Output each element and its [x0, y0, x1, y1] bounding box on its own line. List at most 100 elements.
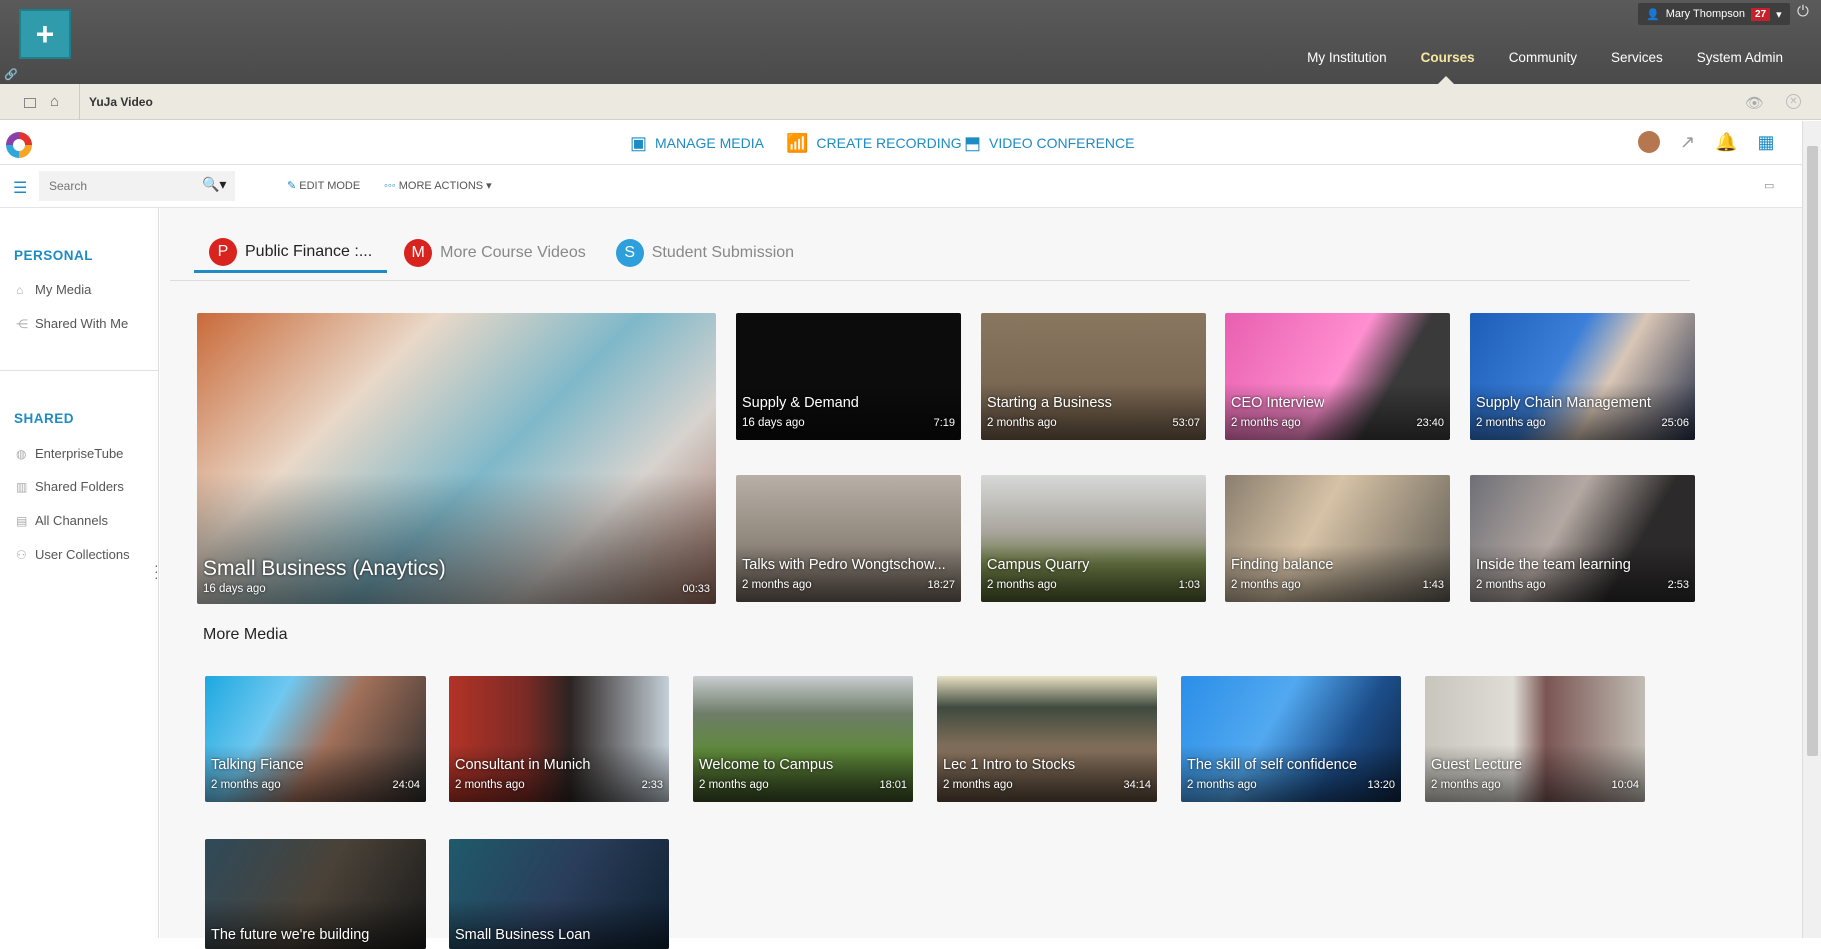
sidebar-item-user-collections[interactable]: ⚇ User Collections	[16, 547, 130, 562]
yuja-logo[interactable]	[6, 132, 32, 158]
tab-student-submission[interactable]: S Student Submission	[601, 233, 809, 273]
sidebar-item-enterprisetube[interactable]: ◍ EnterpriseTube	[16, 446, 123, 461]
notification-badge[interactable]: 27	[1750, 7, 1771, 21]
video-card[interactable]: Talks with Pedro Wongtschow... 2 months …	[736, 475, 961, 602]
user-icon: ⚇	[16, 547, 27, 562]
video-card[interactable]: The skill of self confidence 2 months ag…	[1181, 676, 1401, 802]
yuja-header: ▣ MANAGE MEDIA 📶 CREATE RECORDING ⬒ VIDE…	[0, 121, 1802, 165]
dots-icon: ◦◦◦	[384, 180, 396, 192]
chevron-down-icon[interactable]: ▾	[1776, 8, 1782, 21]
avatar[interactable]	[1638, 131, 1660, 153]
video-card[interactable]: CEO Interview 2 months ago 23:40	[1225, 313, 1450, 440]
globe-icon: ◍	[16, 446, 27, 461]
video-title: Lec 1 Intro to Stocks	[943, 757, 1076, 773]
tab-avatar: M	[404, 239, 433, 267]
monitor-icon[interactable]: ▭	[1764, 179, 1774, 192]
scrollbar[interactable]	[1802, 121, 1821, 938]
user-menu[interactable]: 👤 Mary Thompson 27 ▾	[1638, 3, 1790, 25]
apps-grid-icon[interactable]: ▦	[1758, 132, 1775, 153]
video-conference-button[interactable]: ⬒ VIDEO CONFERENCE	[964, 121, 1134, 165]
video-duration: 13:20	[1367, 779, 1395, 791]
window-icon[interactable]	[24, 98, 36, 108]
video-age: 2 months ago	[1187, 779, 1257, 791]
add-button[interactable]: +	[19, 9, 71, 59]
close-icon[interactable]: ✕	[1786, 94, 1801, 109]
video-duration: 1:03	[1178, 579, 1200, 591]
home-icon[interactable]: ⌂	[50, 93, 59, 110]
video-age: 2 months ago	[1231, 417, 1301, 429]
sidebar-item-my-media[interactable]: ⌂ My Media	[16, 282, 91, 297]
video-card[interactable]: Consultant in Munich 2 months ago 2:33	[449, 676, 669, 802]
external-link-icon[interactable]: ↗	[1680, 132, 1695, 153]
tab-public-finance[interactable]: P Public Finance :...	[194, 233, 388, 273]
video-card[interactable]: Talking Fiance 2 months ago 24:04	[205, 676, 426, 802]
menu-icon[interactable]: ☰	[13, 178, 27, 198]
sub-toolbar: ☰ 🔍▾ ✎ EDIT MODE ◦◦◦ MORE ACTIONS ▾ ▭	[0, 166, 1802, 208]
sidebar-divider	[0, 370, 158, 371]
manage-media-button[interactable]: ▣ MANAGE MEDIA	[630, 121, 764, 165]
video-card[interactable]: Finding balance 2 months ago 1:43	[1225, 475, 1450, 602]
video-card[interactable]: Starting a Business 2 months ago 53:07	[981, 313, 1206, 440]
video-age: 2 months ago	[1476, 417, 1546, 429]
user-icon: 👤	[1646, 8, 1660, 21]
nav-courses[interactable]: Courses	[1421, 50, 1475, 65]
edit-mode-label: EDIT MODE	[299, 180, 361, 192]
video-card[interactable]: Welcome to Campus 2 months ago 18:01	[693, 676, 913, 802]
video-age: 2 months ago	[455, 779, 525, 791]
more-media-heading: More Media	[203, 626, 288, 643]
video-title: The future we're building	[211, 927, 370, 943]
video-card[interactable]: Lec 1 Intro to Stocks 2 months ago 34:14	[937, 676, 1157, 802]
eye-icon[interactable]: 👁	[1745, 94, 1764, 112]
video-duration: 18:01	[879, 779, 907, 791]
tool-strip: ⌂ YuJa Video 👁 ✕	[0, 84, 1821, 120]
video-title: Inside the team learning	[1476, 557, 1631, 573]
video-card[interactable]: Small Business Loan	[449, 839, 669, 949]
nav-my-institution[interactable]: My Institution	[1307, 50, 1387, 65]
video-card[interactable]: Campus Quarry 2 months ago 1:03	[981, 475, 1206, 602]
video-duration: 23:40	[1416, 417, 1444, 429]
shared-title: SHARED	[14, 411, 75, 426]
edit-mode-button[interactable]: ✎ EDIT MODE	[287, 179, 360, 192]
search-icon[interactable]: 🔍▾	[202, 176, 226, 193]
video-duration: 2:33	[641, 779, 663, 791]
video-duration: 53:07	[1172, 417, 1200, 429]
bell-icon[interactable]: 🔔	[1715, 132, 1737, 153]
tool-title: YuJa Video	[79, 84, 153, 120]
video-card[interactable]: Supply Chain Management 2 months ago 25:…	[1470, 313, 1695, 440]
tab-avatar: S	[615, 239, 644, 267]
house-icon: ⌂	[16, 282, 24, 297]
manage-media-label: MANAGE MEDIA	[655, 135, 764, 151]
tab-divider	[170, 280, 1690, 281]
sidebar-item-shared-with-me[interactable]: ⋲ Shared With Me	[16, 316, 128, 331]
sidebar: PERSONAL ⌂ My Media ⋲ Shared With Me SHARE…	[0, 208, 159, 938]
create-recording-button[interactable]: 📶 CREATE RECORDING	[786, 121, 962, 165]
lms-top-bar: + 🔗 👤 Mary Thompson 27 ▾ ⏻ My Institutio…	[0, 0, 1821, 85]
video-card[interactable]: The future we're building	[205, 839, 426, 949]
scrollbar-thumb[interactable]	[1807, 146, 1818, 756]
nav-system-admin[interactable]: System Admin	[1697, 50, 1783, 65]
link-icon[interactable]: 🔗	[4, 68, 18, 81]
video-title: Starting a Business	[987, 395, 1112, 411]
resize-handle[interactable]: · · ·	[154, 558, 159, 584]
sidebar-item-shared-folders[interactable]: ▥ Shared Folders	[16, 479, 124, 494]
sidebar-item-label: EnterpriseTube	[35, 446, 124, 461]
more-actions-button[interactable]: ◦◦◦ MORE ACTIONS ▾	[384, 179, 492, 192]
video-card[interactable]: Inside the team learning 2 months ago 2:…	[1470, 475, 1695, 602]
nav-community[interactable]: Community	[1509, 50, 1577, 65]
sidebar-item-label: All Channels	[35, 513, 108, 528]
tab-avatar: P	[209, 237, 237, 266]
top-nav: My Institution Courses Community Service…	[1307, 50, 1783, 65]
tab-more-course-videos[interactable]: M More Course Videos	[389, 233, 601, 273]
video-title: Welcome to Campus	[699, 757, 834, 773]
sidebar-item-all-channels[interactable]: ▤ All Channels	[16, 513, 108, 528]
video-age: 2 months ago	[699, 779, 769, 791]
nav-services[interactable]: Services	[1611, 50, 1663, 65]
film-icon: ▣	[630, 132, 648, 153]
video-duration: 25:06	[1661, 417, 1689, 429]
video-duration: 2:53	[1667, 579, 1689, 591]
share-icon: ⋲	[16, 316, 28, 331]
video-card[interactable]: Supply & Demand 16 days ago 7:19	[736, 313, 961, 440]
featured-video-card[interactable]: Small Business (Anaytics) 16 days ago 00…	[197, 313, 716, 604]
video-card[interactable]: Guest Lecture 2 months ago 10:04	[1425, 676, 1645, 802]
power-icon[interactable]: ⏻	[1797, 3, 1809, 20]
